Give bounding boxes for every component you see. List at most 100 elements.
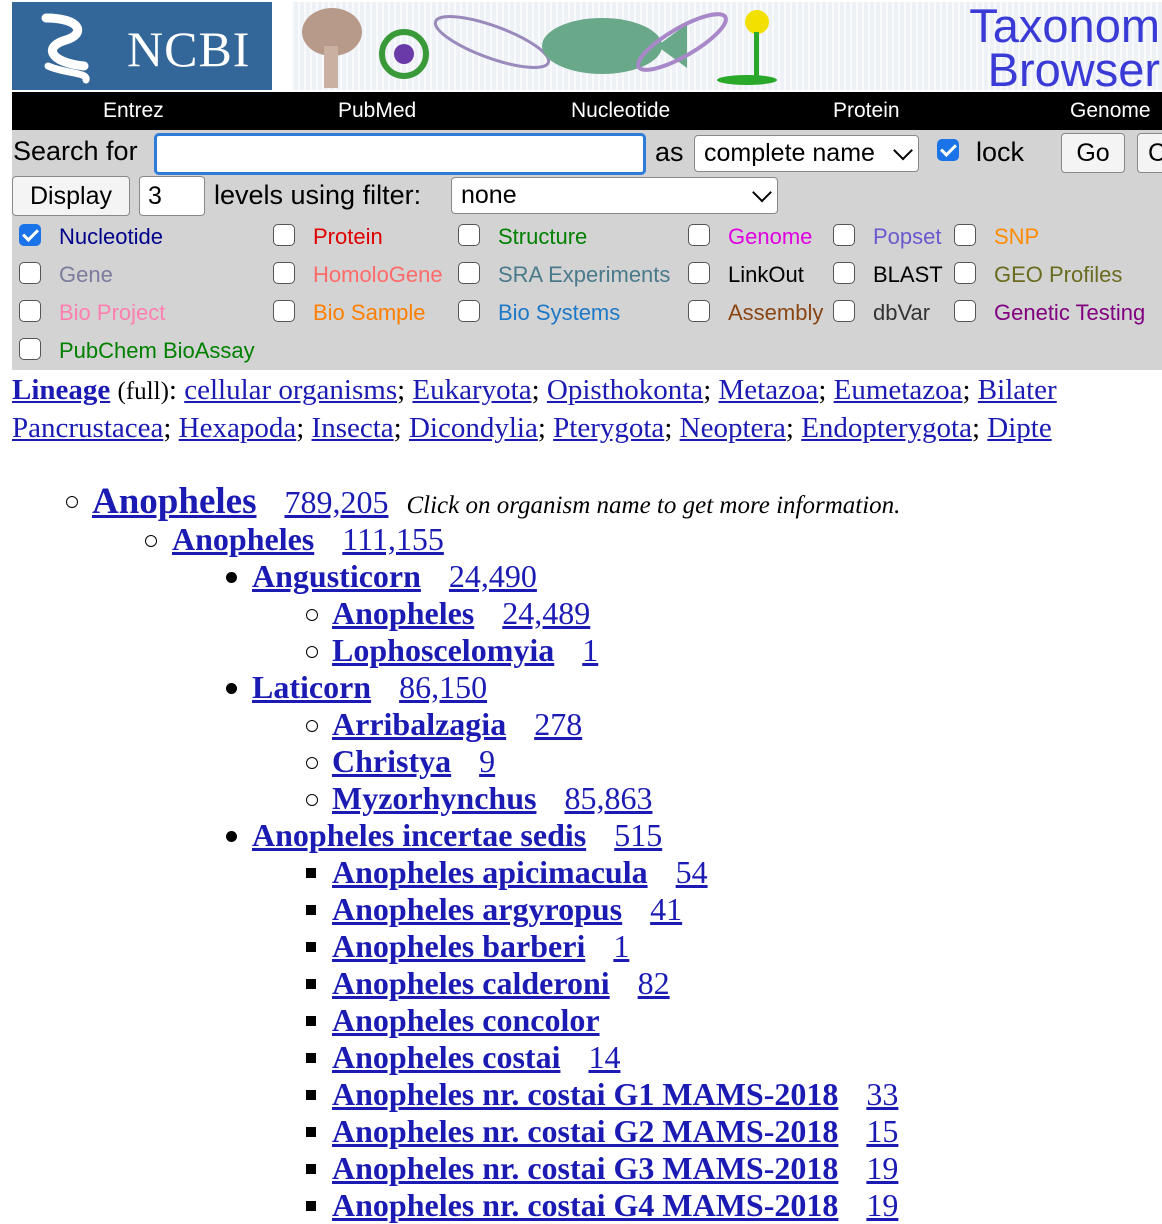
- db-label-gene[interactable]: Gene: [59, 262, 113, 288]
- checkbox-nucleotide[interactable]: [19, 224, 41, 246]
- taxon-name-link[interactable]: Angusticorn: [252, 558, 421, 594]
- clear-button[interactable]: C: [1137, 133, 1162, 173]
- db-label-bio-project[interactable]: Bio Project: [59, 300, 165, 326]
- record-count-link[interactable]: 85,863: [564, 780, 652, 816]
- display-button[interactable]: Display: [12, 176, 130, 216]
- taxon-name-link[interactable]: Lophoscelomyia: [332, 632, 554, 668]
- taxon-name-link[interactable]: Anopheles incertae sedis: [252, 817, 586, 853]
- taxon-name-link[interactable]: Anopheles calderoni: [332, 965, 610, 1001]
- db-label-snp[interactable]: SNP: [994, 224, 1039, 250]
- taxon-name-link[interactable]: Anopheles costai: [332, 1039, 560, 1075]
- go-button[interactable]: Go: [1061, 133, 1125, 173]
- taxon-name-link[interactable]: Anopheles argyropus: [332, 891, 622, 927]
- taxon-name-link[interactable]: Laticorn: [252, 669, 371, 705]
- record-count-link[interactable]: 278: [534, 706, 582, 742]
- taxon-name-link[interactable]: Anopheles barberi: [332, 928, 585, 964]
- taxon-name-link[interactable]: Anopheles nr. costai G1 MAMS-2018: [332, 1076, 838, 1112]
- checkbox-assembly[interactable]: [688, 300, 710, 322]
- db-label-geo-profiles[interactable]: GEO Profiles: [994, 262, 1122, 288]
- checkbox-pubchem-bioassay[interactable]: [19, 338, 41, 360]
- db-label-genetic-testing[interactable]: Genetic Testing: [994, 300, 1145, 326]
- checkbox-linkout[interactable]: [688, 262, 710, 284]
- record-count-link[interactable]: 789,205: [284, 484, 388, 520]
- record-count-link[interactable]: 19: [866, 1150, 898, 1186]
- checkbox-gene[interactable]: [19, 262, 41, 284]
- db-label-sra-experiments[interactable]: SRA Experiments: [498, 262, 670, 288]
- record-count-link[interactable]: 24,490: [449, 558, 537, 594]
- checkbox-snp[interactable]: [954, 224, 976, 246]
- taxon-name-link[interactable]: Anopheles concolor: [332, 1002, 600, 1038]
- db-label-protein[interactable]: Protein: [313, 224, 383, 250]
- db-label-assembly[interactable]: Assembly: [728, 300, 823, 326]
- nav-nucleotide[interactable]: Nucleotide: [571, 99, 670, 123]
- nav-genome[interactable]: Genome: [1070, 99, 1151, 123]
- db-label-dbvar[interactable]: dbVar: [873, 300, 930, 326]
- db-label-pubchem-bioassay[interactable]: PubChem BioAssay: [59, 338, 255, 364]
- checkbox-bio-sample[interactable]: [273, 300, 295, 322]
- record-count-link[interactable]: 1: [582, 632, 598, 668]
- record-count-link[interactable]: 515: [614, 817, 662, 853]
- record-count-link[interactable]: 19: [866, 1187, 898, 1223]
- db-label-homologene[interactable]: HomoloGene: [313, 262, 443, 288]
- checkbox-sra-experiments[interactable]: [458, 262, 480, 284]
- nav-pubmed[interactable]: PubMed: [338, 99, 416, 123]
- search-input[interactable]: [154, 133, 646, 175]
- lineage-taxon-link[interactable]: Pancrustacea: [12, 412, 163, 444]
- lineage-taxon-link[interactable]: Pterygota: [553, 412, 664, 444]
- record-count-link[interactable]: 15: [866, 1113, 898, 1149]
- lineage-taxon-link[interactable]: Hexapoda: [179, 412, 297, 444]
- taxon-name-link[interactable]: Anopheles apicimacula: [332, 854, 648, 890]
- ncbi-logo[interactable]: NCBI: [12, 2, 272, 90]
- db-label-nucleotide[interactable]: Nucleotide: [59, 224, 163, 250]
- record-count-link[interactable]: 1: [613, 928, 629, 964]
- checkbox-bio-systems[interactable]: [458, 300, 480, 322]
- db-label-structure[interactable]: Structure: [498, 224, 587, 250]
- lineage-taxon-link[interactable]: Metazoa: [719, 374, 819, 406]
- checkbox-geo-profiles[interactable]: [954, 262, 976, 284]
- lineage-link[interactable]: Lineage: [12, 374, 110, 406]
- db-label-bio-systems[interactable]: Bio Systems: [498, 300, 620, 326]
- taxon-name-link[interactable]: Anopheles nr. costai G3 MAMS-2018: [332, 1150, 838, 1186]
- lineage-taxon-link[interactable]: Endopterygota: [801, 412, 972, 444]
- taxon-name-link[interactable]: Arribalzagia: [332, 706, 506, 742]
- lineage-taxon-link[interactable]: Neoptera: [680, 412, 786, 444]
- lineage-taxon-link[interactable]: cellular organisms: [184, 374, 397, 406]
- nav-protein[interactable]: Protein: [833, 99, 900, 123]
- record-count-link[interactable]: 41: [650, 891, 682, 927]
- checkbox-popset[interactable]: [833, 224, 855, 246]
- lineage-taxon-link[interactable]: Eumetazoa: [834, 374, 963, 406]
- taxon-name-link[interactable]: Anopheles: [332, 595, 474, 631]
- lineage-taxon-link[interactable]: Opisthokonta: [547, 374, 703, 406]
- record-count-link[interactable]: 82: [638, 965, 670, 1001]
- taxon-name-link[interactable]: Anopheles: [92, 481, 256, 522]
- record-count-link[interactable]: 9: [479, 743, 495, 779]
- checkbox-bio-project[interactable]: [19, 300, 41, 322]
- name-type-select[interactable]: complete name: [694, 135, 919, 172]
- lineage-taxon-link[interactable]: Dicondylia: [409, 412, 538, 444]
- record-count-link[interactable]: 33: [866, 1076, 898, 1112]
- checkbox-protein[interactable]: [273, 224, 295, 246]
- db-label-linkout[interactable]: LinkOut: [728, 262, 804, 288]
- record-count-link[interactable]: 86,150: [399, 669, 487, 705]
- filter-select[interactable]: none: [451, 177, 778, 214]
- db-label-popset[interactable]: Popset: [873, 224, 942, 250]
- lock-checkbox[interactable]: [937, 139, 959, 161]
- lineage-taxon-link[interactable]: Bilater: [978, 374, 1057, 406]
- nav-entrez[interactable]: Entrez: [103, 99, 164, 123]
- lineage-full-link[interactable]: (full): [118, 378, 169, 405]
- checkbox-homologene[interactable]: [273, 262, 295, 284]
- lineage-taxon-link[interactable]: Eukaryota: [412, 374, 531, 406]
- taxon-name-link[interactable]: Christya: [332, 743, 451, 779]
- levels-input[interactable]: [139, 176, 205, 216]
- db-label-genome[interactable]: Genome: [728, 224, 812, 250]
- checkbox-blast[interactable]: [833, 262, 855, 284]
- db-label-blast[interactable]: BLAST: [873, 262, 943, 288]
- checkbox-dbvar[interactable]: [833, 300, 855, 322]
- lineage-taxon-link[interactable]: Dipte: [987, 412, 1051, 444]
- taxon-name-link[interactable]: Anopheles nr. costai G4 MAMS-2018: [332, 1187, 838, 1223]
- taxon-name-link[interactable]: Myzorhynchus: [332, 780, 536, 816]
- lineage-taxon-link[interactable]: Insecta: [312, 412, 394, 444]
- taxon-name-link[interactable]: Anopheles: [172, 521, 314, 557]
- record-count-link[interactable]: 14: [588, 1039, 620, 1075]
- record-count-link[interactable]: 111,155: [342, 521, 444, 557]
